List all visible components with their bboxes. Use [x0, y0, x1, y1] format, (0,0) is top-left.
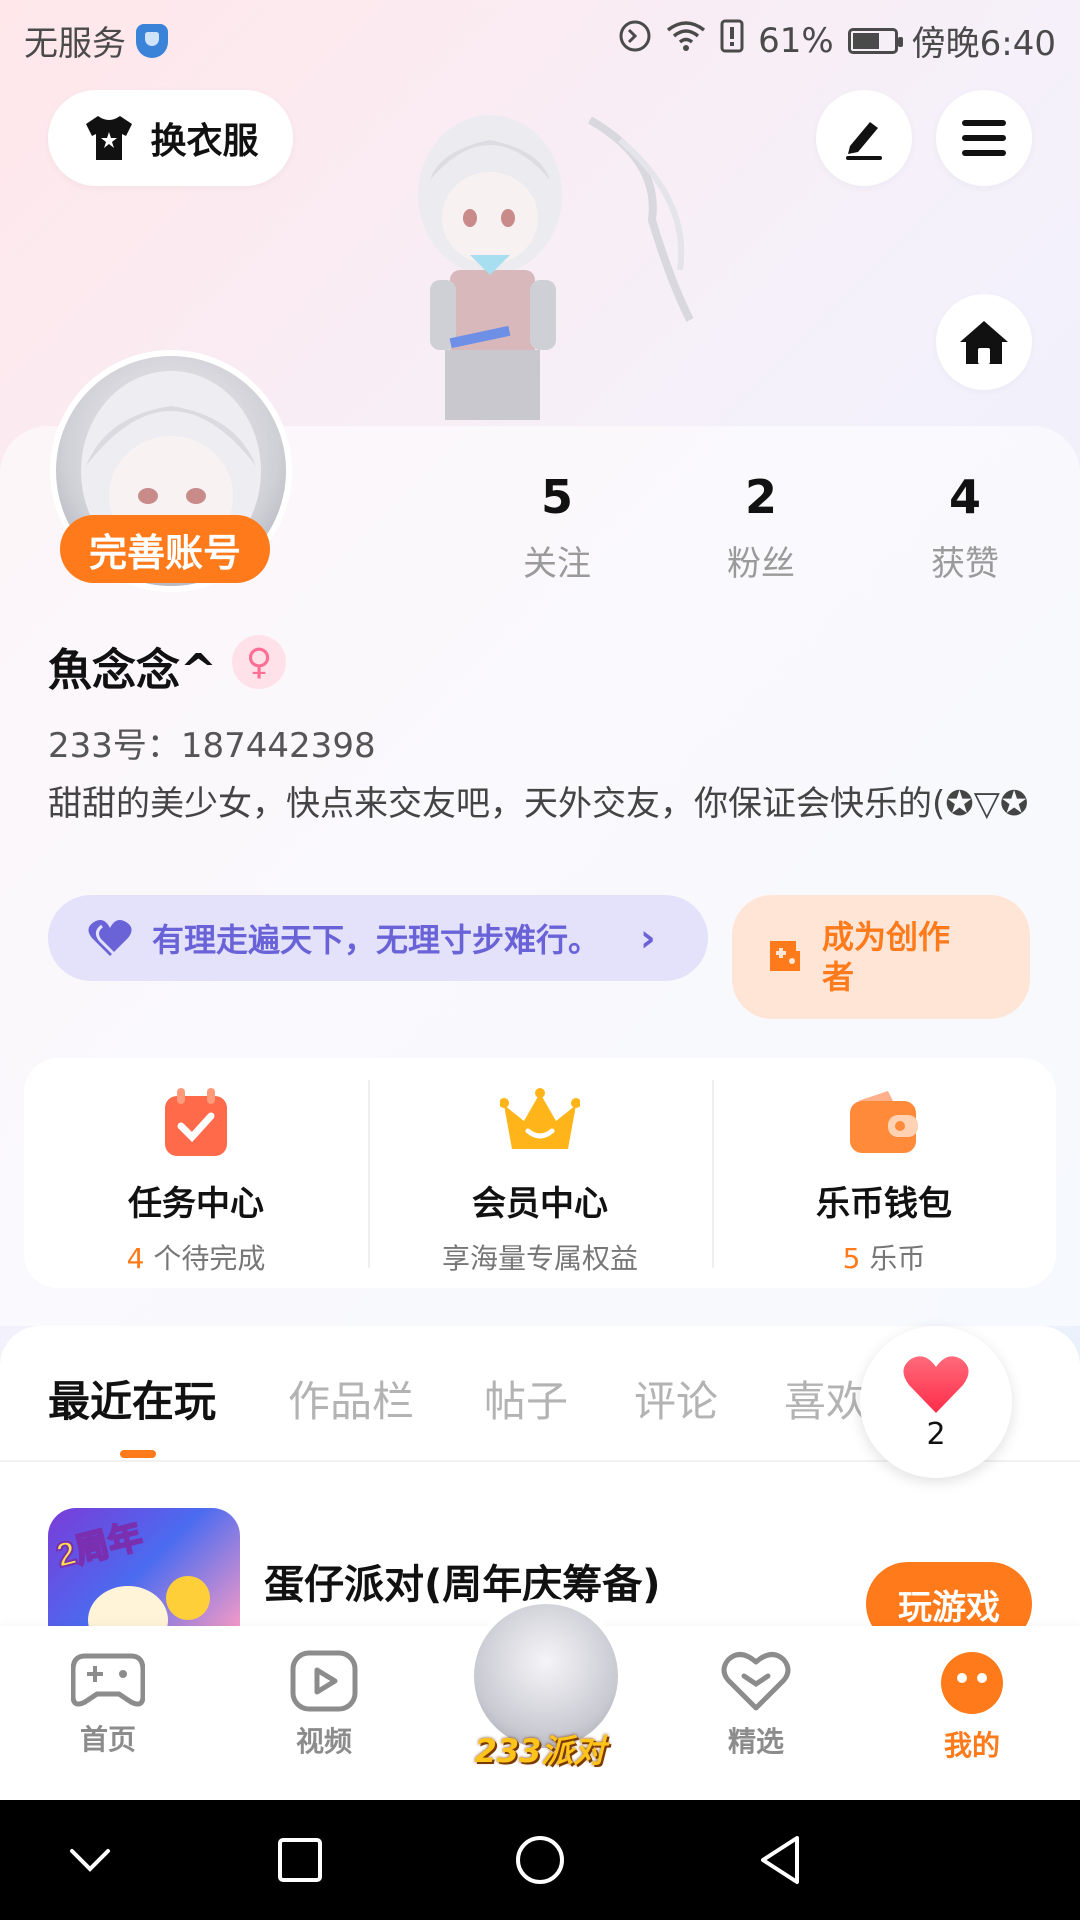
- alert-icon: [720, 19, 744, 62]
- member-center-subtitle: 享海量专属权益: [441, 1242, 638, 1275]
- nav-video-label: 视频: [295, 1725, 352, 1758]
- tab-comments[interactable]: 评论: [634, 1368, 718, 1429]
- motto-text: 有理走遍天下，无理寸步难行。: [152, 921, 601, 959]
- stat-following-label: 关注: [523, 544, 591, 584]
- nav-home[interactable]: 首页: [38, 1650, 178, 1758]
- stat-likes-label: 获赞: [931, 544, 999, 584]
- likes-count: 2: [926, 1416, 946, 1452]
- carrier-text: 无服务: [24, 24, 126, 64]
- nav-featured-label: 精选: [727, 1725, 784, 1758]
- likes-fab[interactable]: 2: [860, 1326, 1012, 1478]
- coin-wallet-subtitle: 5 乐币: [842, 1242, 926, 1275]
- calendar-check-icon: [156, 1082, 236, 1162]
- play-icon: [290, 1650, 358, 1712]
- stat-likes[interactable]: 4 获赞: [890, 470, 1040, 585]
- shirt-icon: [86, 116, 133, 160]
- recent-apps-icon[interactable]: [270, 1830, 330, 1890]
- nav-mine[interactable]: 我的: [902, 1650, 1042, 1764]
- services-panel: 任务中心 4 个待完成 会员中心 享海量专属权益 乐币钱包 5 乐币: [24, 1058, 1056, 1288]
- become-creator-button[interactable]: 成为创作者: [732, 895, 1030, 1019]
- shield-icon: [136, 23, 168, 58]
- tab-likes[interactable]: 喜欢: [784, 1368, 868, 1429]
- tab-posts[interactable]: 帖子: [484, 1368, 568, 1429]
- home-button[interactable]: [936, 294, 1032, 390]
- change-outfit-button[interactable]: 换衣服: [48, 90, 293, 186]
- wallet-icon: [844, 1082, 924, 1162]
- tab-recent-played[interactable]: 最近在玩: [48, 1368, 216, 1429]
- stat-fans[interactable]: 2 粉丝: [686, 470, 836, 585]
- change-outfit-label: 换衣服: [150, 121, 259, 162]
- task-center[interactable]: 任务中心 4 个待完成: [24, 1058, 368, 1288]
- heart-outline-icon: [721, 1652, 791, 1711]
- nav-party-label[interactable]: 233派对: [458, 1726, 622, 1772]
- coin-wallet-title: 乐币钱包: [816, 1184, 952, 1224]
- status-bar: 无服务 61% 傍晚6:40: [0, 0, 1080, 76]
- become-creator-label: 成为创作者: [822, 918, 951, 996]
- coin-wallet[interactable]: 乐币钱包 5 乐币: [712, 1058, 1056, 1288]
- crown-icon: [500, 1082, 580, 1162]
- profile-bio: 甜甜的美少女，快点来交友吧，天外交友，你保证会快乐的(✪▽✪: [48, 784, 1029, 824]
- tab-works[interactable]: 作品栏: [288, 1368, 414, 1429]
- stat-likes-value: 4: [948, 470, 981, 524]
- game-icon[interactable]: 2周年: [48, 1508, 240, 1628]
- game-title[interactable]: 蛋仔派对(周年庆筹备): [264, 1552, 661, 1610]
- profile-uid: 233号：187442398: [48, 726, 376, 766]
- female-icon: ♀: [232, 635, 286, 689]
- profile-name: 魚念念^: [48, 645, 217, 696]
- stat-fans-value: 2: [744, 470, 777, 524]
- heart-icon: [88, 920, 132, 958]
- nav-featured[interactable]: 精选: [686, 1650, 826, 1760]
- time-text: 傍晚6:40: [911, 24, 1056, 64]
- member-center-title: 会员中心: [472, 1184, 608, 1224]
- nav-home-label: 首页: [79, 1723, 136, 1756]
- game-icon-badge: 2周年: [53, 1517, 147, 1575]
- complete-account-button[interactable]: 完善账号: [60, 515, 270, 583]
- nfc-icon: [618, 19, 652, 62]
- chevron-down-icon[interactable]: [60, 1830, 120, 1890]
- motto-banner[interactable]: 有理走遍天下，无理寸步难行。 ›: [48, 895, 708, 981]
- wifi-icon: [666, 20, 706, 61]
- face-icon: [941, 1652, 1003, 1714]
- nav-video[interactable]: 视频: [254, 1650, 394, 1760]
- gamepad-icon: [770, 941, 800, 971]
- nav-mine-label: 我的: [943, 1729, 1000, 1762]
- chevron-right-icon: ›: [640, 916, 656, 960]
- task-center-subtitle: 4 个待完成: [126, 1242, 266, 1275]
- menu-icon: [962, 120, 1006, 156]
- stat-following[interactable]: 5 关注: [482, 470, 632, 585]
- tab-indicator: [120, 1450, 156, 1458]
- gamepad-icon: [71, 1653, 145, 1707]
- back-icon[interactable]: [750, 1830, 810, 1890]
- pen-icon: [846, 122, 882, 160]
- home-circle-icon[interactable]: [510, 1830, 570, 1890]
- task-center-title: 任务中心: [128, 1184, 264, 1224]
- member-center[interactable]: 会员中心 享海量专属权益: [368, 1058, 712, 1288]
- battery-icon: [847, 27, 903, 54]
- menu-button[interactable]: [936, 90, 1032, 186]
- heart-icon: [903, 1355, 969, 1413]
- stat-following-value: 5: [540, 470, 573, 524]
- battery-text: 61%: [758, 20, 834, 61]
- avatar-character[interactable]: [390, 100, 700, 426]
- home-icon: [960, 321, 1008, 364]
- edit-button[interactable]: [816, 90, 912, 186]
- stat-fans-label: 粉丝: [727, 544, 795, 584]
